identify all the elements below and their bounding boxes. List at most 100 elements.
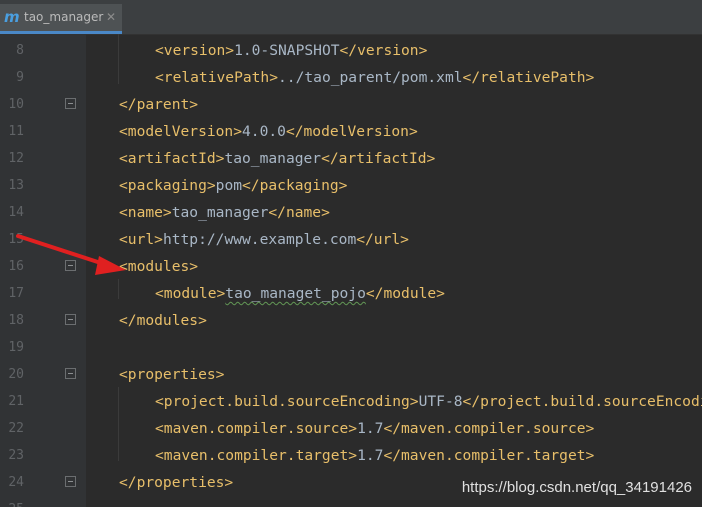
xml-open-tag: <module> [155,285,226,302]
xml-value: UTF-8 [418,393,463,410]
xml-close-tag: </maven.compiler.target> [383,447,595,464]
line-number: 11 [8,124,24,139]
xml-open-tag: <name> [119,204,172,221]
line-number: 17 [8,286,24,301]
line-number: 23 [8,448,24,463]
xml-value: http://www.example.com [162,231,357,248]
code-text[interactable]: <maven.compiler.source>1.7</maven.compil… [155,419,594,438]
code-line: 14 <name>tao_manager</name> [0,199,702,226]
line-number: 9 [16,70,24,85]
line-number: 22 [8,421,24,436]
code-line: 9 <relativePath>../tao_parent/pom.xml</r… [0,64,702,91]
xml-open-tag: <packaging> [119,177,216,194]
xml-close-tag: </project.build.sourceEncoding> [462,393,702,410]
code-text[interactable]: <modules> [119,257,198,276]
xml-value: 4.0.0 [242,123,286,140]
code-line: 17 <module>tao_managet_pojo</module> [0,280,702,307]
line-number: 10 [8,97,24,112]
line-number: 13 [8,178,24,193]
xml-open-tag: <modelVersion> [119,123,243,140]
xml-open-tag: <relativePath> [155,69,279,86]
fold-icon[interactable] [65,98,76,109]
fold-icon[interactable] [65,314,76,325]
line-number: 25 [0,501,24,507]
xml-open-tag: <version> [155,42,235,59]
xml-open-tag: <artifactId> [119,150,225,167]
code-text[interactable]: <url>http://www.example.com</url> [119,230,409,249]
line-number: 12 [8,151,24,166]
code-text[interactable]: <module>tao_managet_pojo</module> [155,284,445,303]
fold-icon[interactable] [65,476,76,487]
maven-icon: m [4,8,20,26]
xml-value: 1.0-SNAPSHOT [234,42,340,59]
code-line: 10 </parent> [0,91,702,118]
code-text[interactable]: <version>1.0-SNAPSHOT</version> [155,41,427,60]
code-line: 11 <modelVersion>4.0.0</modelVersion> [0,118,702,145]
fold-icon[interactable] [65,260,76,271]
xml-open-tag: <project.build.sourceEncoding> [155,393,419,410]
xml-close-tag: </version> [339,42,428,59]
xml-close-tag: </maven.compiler.source> [383,420,595,437]
line-number: 19 [8,340,24,355]
code-text[interactable]: </parent> [119,95,198,114]
xml-value: tao_managet_pojo [225,285,366,302]
code-line: 19 [0,334,702,361]
xml-value: pom [215,177,243,194]
line-number: 24 [8,475,24,490]
code-text[interactable]: </properties> [119,473,233,492]
code-text[interactable]: <packaging>pom</packaging> [119,176,347,195]
code-text[interactable]: <modelVersion>4.0.0</modelVersion> [119,122,418,141]
close-icon[interactable]: ✕ [106,9,116,25]
xml-close-tag: </url> [356,231,409,248]
xml-open-tag: <properties> [119,366,225,383]
ide-window: m tao_manager ✕ 8 <version>1.0-SNAPSHOT<… [0,0,702,507]
line-number: 8 [16,43,24,58]
line-number: 14 [8,205,24,220]
line-number: 18 [8,313,24,328]
xml-close-tag: </properties> [119,474,234,491]
code-line: 21 <project.build.sourceEncoding>UTF-8</… [0,388,702,415]
xml-value: 1.7 [357,447,384,464]
code-line: 8 <version>1.0-SNAPSHOT</version> [0,37,702,64]
xml-open-tag: <url> [119,231,163,248]
line-number: 15 [8,232,24,247]
xml-close-tag: </module> [365,285,445,302]
xml-open-tag: <maven.compiler.source> [155,420,358,437]
xml-open-tag: <modules> [119,258,199,275]
line-number: 20 [8,367,24,382]
code-line: 23 <maven.compiler.target>1.7</maven.com… [0,442,702,469]
code-text[interactable]: <maven.compiler.target>1.7</maven.compil… [155,446,594,465]
xml-value: ../tao_parent/pom.xml [278,69,463,86]
watermark-text: https://blog.csdn.net/qq_34191426 [461,479,692,496]
xml-close-tag: </modelVersion> [285,123,418,140]
code-line: 15 <url>http://www.example.com</url> [0,226,702,253]
xml-close-tag: </relativePath> [462,69,595,86]
xml-value: tao_manager [171,204,269,221]
code-line: 12 <artifactId>tao_manager</artifactId> [0,145,702,172]
xml-close-tag: </parent> [119,96,199,113]
xml-close-tag: </artifactId> [321,150,436,167]
code-line: 22 <maven.compiler.source>1.7</maven.com… [0,415,702,442]
xml-open-tag: <maven.compiler.target> [155,447,358,464]
code-text[interactable]: <name>tao_manager</name> [119,203,330,222]
code-text[interactable]: <artifactId>tao_manager</artifactId> [119,149,435,168]
code-text[interactable]: <relativePath>../tao_parent/pom.xml</rel… [155,68,594,87]
code-line: 16 <modules> [0,253,702,280]
code-text[interactable]: <properties> [119,365,224,384]
tab-label: tao_manager [24,10,104,24]
editor-tab-bar: m tao_manager ✕ [0,0,702,35]
code-line: 20 <properties> [0,361,702,388]
code-text[interactable]: </modules> [119,311,207,330]
code-text[interactable]: <project.build.sourceEncoding>UTF-8</pro… [155,392,702,411]
xml-value: 1.7 [357,420,384,437]
fold-icon[interactable] [65,368,76,379]
xml-value: tao_manager [224,150,322,167]
line-number: 21 [8,394,24,409]
xml-close-tag: </modules> [119,312,207,329]
line-number: 16 [8,259,24,274]
code-line: 13 <packaging>pom</packaging> [0,172,702,199]
code-editor[interactable]: 8 <version>1.0-SNAPSHOT</version> 9 <rel… [0,34,702,507]
xml-close-tag: </packaging> [242,177,348,194]
xml-close-tag: </name> [268,204,330,221]
tab-tao-manager[interactable]: m tao_manager ✕ [0,4,122,34]
